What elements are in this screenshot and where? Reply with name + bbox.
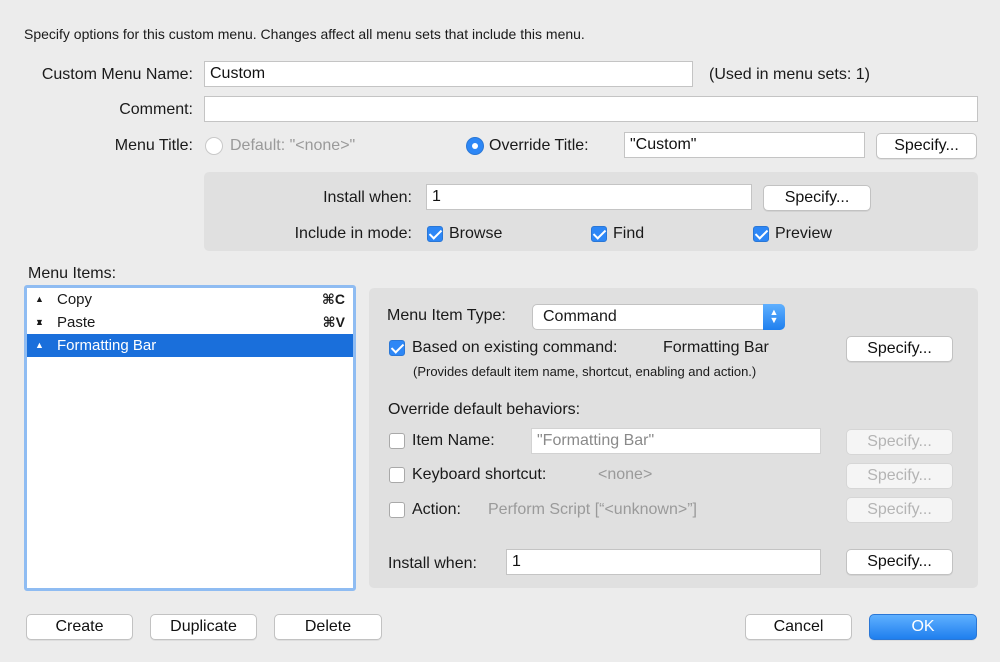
browse-checkbox[interactable] — [427, 226, 443, 242]
include-mode-label: Include in mode: — [294, 225, 412, 242]
list-item[interactable]: ▲ ▼ Copy ⌘C — [27, 288, 353, 327]
menu-name-field[interactable]: Custom — [204, 61, 693, 87]
list-item[interactable]: ▲ Paste ⌘V — [27, 311, 353, 334]
shortcut-checkbox[interactable] — [389, 467, 405, 483]
action-value: Perform Script [“<unknown>”] — [488, 501, 697, 518]
override-title-radio[interactable] — [466, 137, 484, 155]
item-name-checkbox[interactable] — [389, 433, 405, 449]
item-install-field[interactable]: 1 — [506, 549, 821, 575]
preview-checkbox[interactable] — [753, 226, 769, 242]
menu-title-label: Menu Title: — [114, 137, 193, 154]
instructions-text: Specify options for this custom menu. Ch… — [24, 26, 585, 42]
popup-arrows-icon: ▲ ▼ — [763, 304, 785, 330]
default-title-label: Default: "<none>" — [230, 137, 356, 154]
override-title-field[interactable]: "Custom" — [624, 132, 865, 158]
item-install-specify-button[interactable]: Specify... — [846, 549, 953, 575]
duplicate-button[interactable]: Duplicate — [150, 614, 257, 640]
list-item-shortcut: ⌘V — [322, 314, 345, 330]
default-title-radio[interactable] — [205, 137, 223, 155]
list-item-name: Formatting Bar — [57, 337, 157, 354]
list-item-selected[interactable]: ▲ Formatting Bar — [27, 334, 353, 357]
menu-name-label: Custom Menu Name: — [41, 66, 193, 83]
find-label: Find — [613, 225, 645, 242]
cancel-button[interactable]: Cancel — [745, 614, 852, 640]
install-when-label: Install when: — [323, 189, 412, 206]
action-specify-button[interactable]: Specify... — [846, 497, 953, 523]
shortcut-label: Keyboard shortcut: — [412, 466, 547, 483]
preview-label: Preview — [775, 225, 832, 242]
item-type-value: Command — [543, 308, 617, 325]
menu-items-label: Menu Items: — [28, 265, 117, 282]
based-on-label: Based on existing command: — [412, 339, 618, 356]
drag-handle-icon[interactable]: ▲ — [35, 311, 44, 334]
item-name-field[interactable]: "Formatting Bar" — [531, 428, 821, 454]
browse-label: Browse — [449, 225, 503, 242]
based-on-note: (Provides default item name, shortcut, e… — [413, 364, 757, 379]
item-install-label: Install when: — [388, 555, 477, 572]
drag-handle-icon[interactable]: ▲ — [35, 334, 44, 357]
action-checkbox[interactable] — [389, 502, 405, 518]
menu-items-list[interactable]: ▲ ▼ Copy ⌘C ▲ Paste ⌘V ▲ Formatting Bar — [24, 285, 356, 591]
based-on-value: Formatting Bar — [663, 339, 769, 356]
ok-button[interactable]: OK — [869, 614, 977, 640]
item-name-specify-button[interactable]: Specify... — [846, 429, 953, 455]
list-item-name: Paste — [57, 314, 96, 331]
item-type-popup[interactable]: Command ▲ ▼ — [532, 304, 785, 330]
list-item-shortcut: ⌘C — [321, 291, 345, 307]
action-label: Action: — [412, 501, 461, 518]
override-title-label: Override Title: — [489, 137, 589, 154]
shortcut-specify-button[interactable]: Specify... — [846, 463, 953, 489]
based-on-checkbox[interactable] — [389, 340, 405, 356]
based-on-specify-button[interactable]: Specify... — [846, 336, 953, 362]
find-checkbox[interactable] — [591, 226, 607, 242]
comment-label: Comment: — [119, 101, 193, 118]
create-button[interactable]: Create — [26, 614, 133, 640]
delete-button[interactable]: Delete — [274, 614, 382, 640]
install-specify-button[interactable]: Specify... — [763, 185, 871, 211]
override-heading: Override default behaviors: — [388, 401, 581, 418]
used-in-text: (Used in menu sets: 1) — [709, 66, 870, 83]
title-specify-button[interactable]: Specify... — [876, 133, 977, 159]
install-when-field[interactable]: 1 — [426, 184, 752, 210]
item-name-label: Item Name: — [412, 432, 495, 449]
comment-field[interactable] — [204, 96, 978, 122]
list-item-name: Copy — [57, 291, 93, 308]
shortcut-value: <none> — [598, 466, 653, 483]
item-type-label: Menu Item Type: — [387, 307, 506, 324]
